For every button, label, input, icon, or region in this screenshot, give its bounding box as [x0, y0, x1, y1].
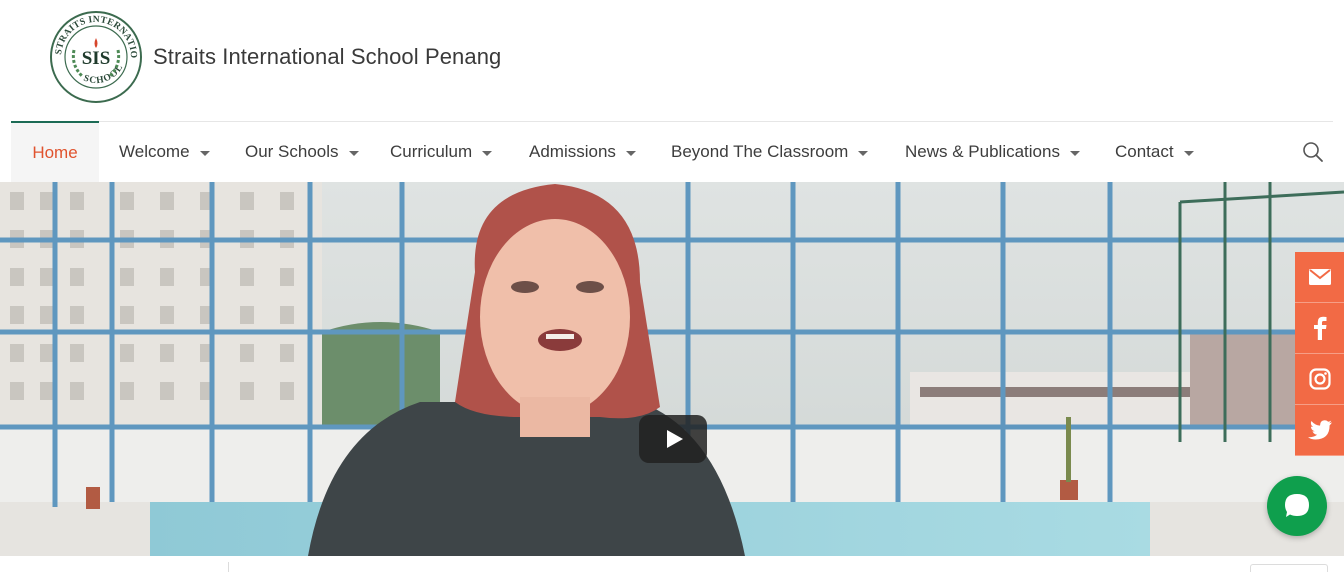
nav-item-welcome[interactable]: Welcome	[119, 122, 210, 182]
nav-item-label: Admissions	[529, 142, 616, 161]
chevron-down-icon	[199, 150, 210, 156]
nav-item-beyond-the-classroom[interactable]: Beyond The Classroom	[671, 122, 869, 182]
instagram-icon	[1308, 368, 1331, 390]
chevron-down-icon	[1069, 150, 1080, 156]
email-button[interactable]	[1295, 252, 1344, 303]
divider	[228, 562, 229, 572]
main-navigation: Home Welcome Our Schools Curriculum Admi…	[11, 121, 1333, 182]
nav-item-news-publications[interactable]: News & Publications	[905, 122, 1080, 182]
content-area	[0, 556, 1344, 572]
chevron-down-icon	[625, 150, 636, 156]
nav-item-label: Welcome	[119, 142, 190, 161]
nav-item-label: Curriculum	[390, 142, 473, 161]
instagram-button[interactable]	[1295, 354, 1344, 405]
content-box	[1250, 564, 1328, 572]
chat-button[interactable]	[1267, 476, 1327, 536]
search-icon	[1303, 142, 1323, 162]
nav-item-label: News & Publications	[905, 142, 1060, 161]
nav-item-admissions[interactable]: Admissions	[529, 122, 636, 182]
video-frame	[0, 182, 1344, 556]
twitter-icon	[1307, 420, 1332, 440]
nav-item-label: Home	[32, 142, 78, 162]
play-button[interactable]	[639, 415, 707, 463]
svg-text:SIS: SIS	[82, 48, 111, 69]
play-icon	[667, 430, 683, 448]
nav-item-label: Contact	[1115, 142, 1174, 161]
nav-item-label: Our Schools	[245, 142, 339, 161]
chevron-down-icon	[1183, 150, 1194, 156]
chevron-down-icon	[482, 150, 493, 156]
hero-video[interactable]	[0, 182, 1344, 556]
facebook-button[interactable]	[1295, 303, 1344, 354]
facebook-icon	[1313, 316, 1326, 340]
social-sidebar	[1295, 252, 1344, 456]
nav-item-home[interactable]: Home	[11, 121, 99, 182]
site-header: STRAITS INTERNATIONAL SCHOOL SIS Straits…	[0, 0, 1344, 121]
site-title[interactable]: Straits International School Penang	[153, 44, 501, 70]
chat-icon	[1285, 494, 1309, 517]
email-icon	[1308, 269, 1331, 285]
nav-item-label: Beyond The Classroom	[671, 142, 849, 161]
nav-item-curriculum[interactable]: Curriculum	[390, 122, 493, 182]
nav-item-our-schools[interactable]: Our Schools	[245, 122, 359, 182]
school-crest-icon: STRAITS INTERNATIONAL SCHOOL SIS	[45, 3, 142, 103]
twitter-button[interactable]	[1295, 405, 1344, 456]
school-logo[interactable]: STRAITS INTERNATIONAL SCHOOL SIS	[45, 3, 143, 104]
nav-item-contact[interactable]: Contact	[1115, 122, 1194, 182]
chevron-down-icon	[858, 150, 869, 156]
chevron-down-icon	[348, 150, 359, 156]
search-button[interactable]	[1301, 140, 1325, 164]
